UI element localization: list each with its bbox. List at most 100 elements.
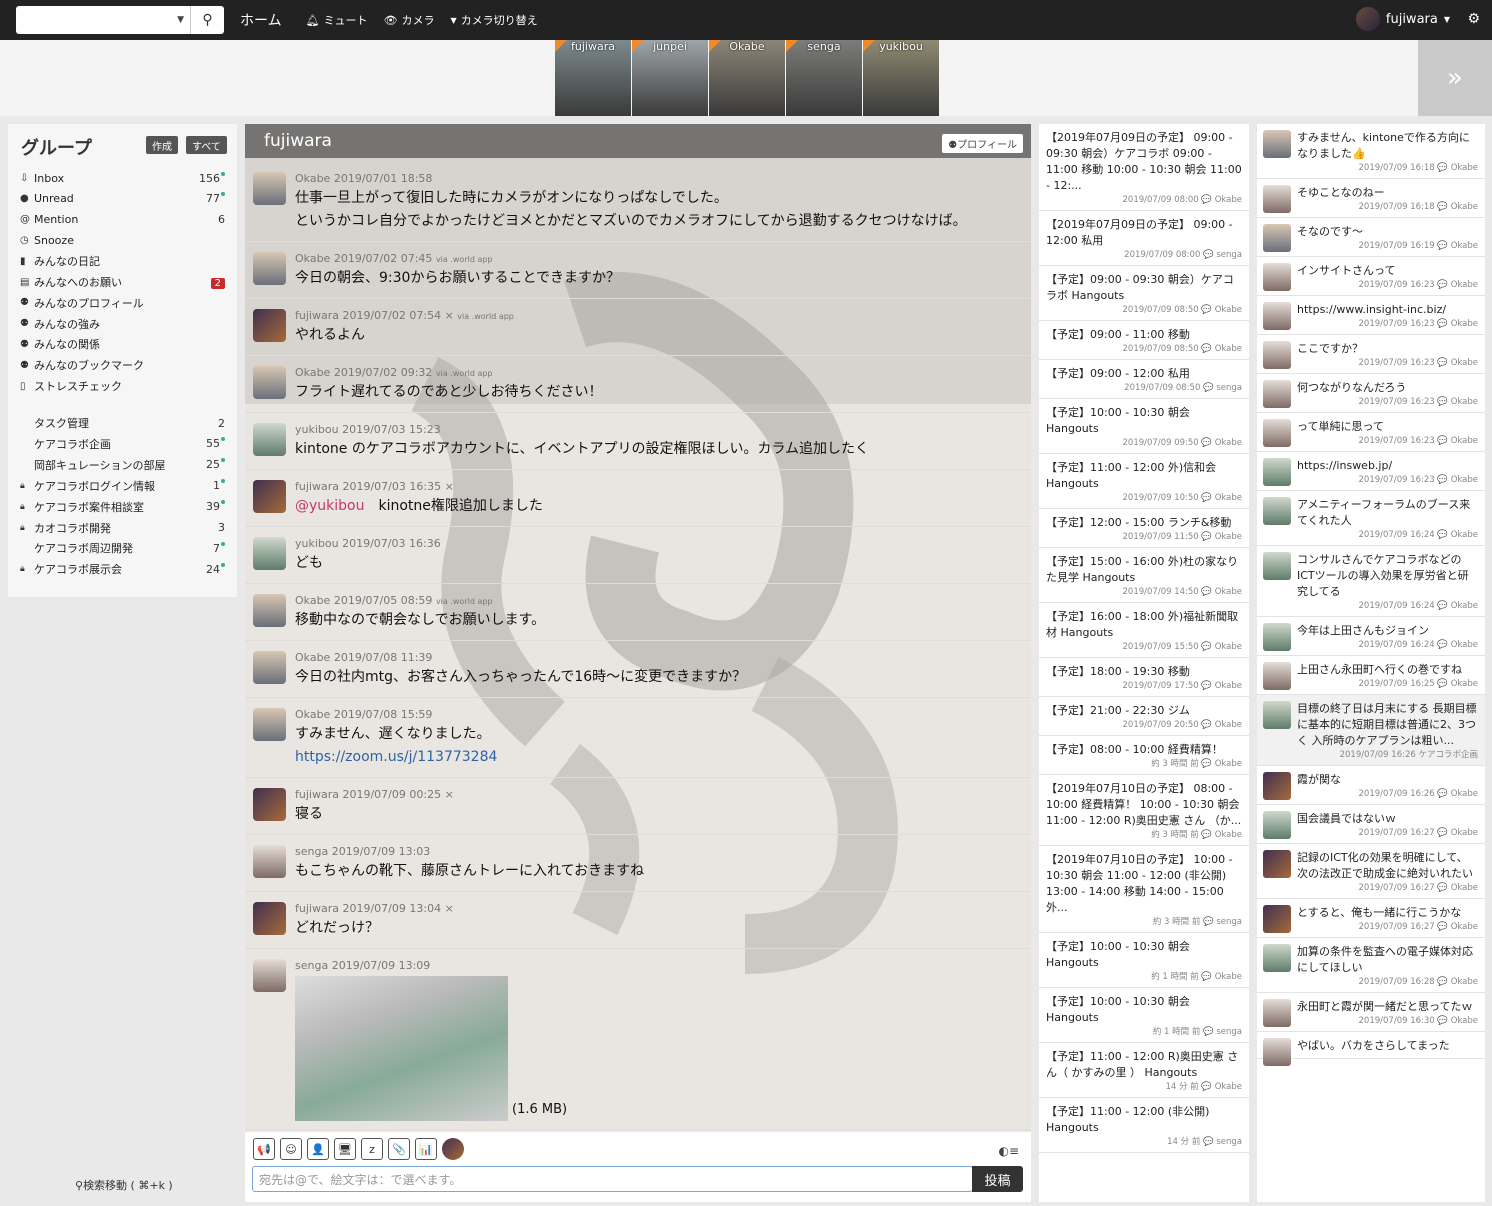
sidebar-group-item[interactable]: 🔒︎ ケアコラボ展示会 24 — [20, 559, 225, 579]
schedule-item[interactable]: 【予定】09:00 - 11:00 移動 2019/07/09 08:50 💬 O… — [1039, 321, 1249, 360]
message-author[interactable]: Okabe — [295, 252, 330, 265]
camera-button[interactable]: 👁︎ カメラ — [384, 12, 435, 28]
delete-icon[interactable]: × — [445, 902, 454, 915]
sidebar-group-item[interactable]: ケアコラボ企画 55 — [20, 434, 225, 454]
avatar[interactable] — [253, 480, 286, 513]
feed-item[interactable]: https://www.insight-inc.biz/2019/07/09 1… — [1257, 296, 1485, 335]
sidebar-item[interactable]: ▤ みんなへのお願い 2 — [20, 272, 225, 292]
message-author[interactable]: Okabe — [295, 172, 330, 185]
feed-item[interactable]: そなのです〜 2019/07/09 16:19 💬 Okabe — [1257, 218, 1485, 257]
schedule-item[interactable]: 【予定】09:00 - 09:30 朝会）ケアコラボ Hangouts 2019/… — [1039, 266, 1249, 321]
avatar[interactable] — [442, 1138, 464, 1160]
megaphone-icon[interactable]: 📢 — [253, 1138, 275, 1160]
schedule-item[interactable]: 【予定】11:00 - 12:00 (非公開) Hangouts 14 分 前 💬… — [1039, 1098, 1249, 1153]
schedule-item[interactable]: 【予定】11:00 - 12:00 R)奥田史憲 さん（ かすみの里 ） Han… — [1039, 1043, 1249, 1098]
sidebar-item[interactable]: ⚉ みんなの強み — [20, 314, 225, 334]
schedule-item[interactable]: 【予定】10:00 - 10:30 朝会 Hangouts 約 1 時間 前 💬 … — [1039, 988, 1249, 1043]
sidebar-group-item[interactable]: 岡部キュレーションの部屋 25 — [20, 455, 225, 475]
schedule-item[interactable]: 【予定】18:00 - 19:30 移動 2019/07/09 17:50 💬 O… — [1039, 658, 1249, 697]
message-link[interactable]: https://zoom.us/j/113773284 — [295, 749, 497, 765]
delete-icon[interactable]: × — [445, 480, 454, 493]
video-tile[interactable]: senga — [786, 40, 862, 116]
sidebar-group-item[interactable]: 🔒︎ ケアコラボログイン情報 1 — [20, 476, 225, 496]
message-author[interactable]: Okabe — [295, 366, 330, 379]
avatar[interactable] — [253, 423, 286, 456]
home-link[interactable]: ホーム — [240, 10, 282, 30]
create-group-button[interactable]: 作成 — [146, 136, 178, 154]
feed-item[interactable]: ここですか？ 2019/07/09 16:23 💬 Okabe — [1257, 335, 1485, 374]
sidebar-group-item[interactable]: 🔒︎ ケアコラボ案件相談室 39 — [20, 497, 225, 517]
chart-icon[interactable]: 📊 — [415, 1138, 437, 1160]
sidebar-group-item[interactable]: 🔒︎ カオコラボ開発 3 — [20, 518, 225, 538]
sidebar-item[interactable]: @ Mention 6 — [20, 210, 225, 230]
feed-item[interactable]: 今年は上田さんもジョイン 2019/07/09 16:24 💬 Okabe — [1257, 617, 1485, 656]
schedule-item[interactable]: 【2019年07月10日の予定】 10:00 - 10:30 朝会 11:00 … — [1039, 846, 1249, 933]
paperclip-icon[interactable]: 📎 — [388, 1138, 410, 1160]
schedule-item[interactable]: 【予定】16:00 - 18:00 外)福祉新聞取材 Hangouts 2019/… — [1039, 603, 1249, 658]
avatar[interactable] — [253, 788, 286, 821]
person-icon[interactable]: 👤 — [307, 1138, 329, 1160]
avatar[interactable] — [253, 172, 286, 205]
message-author[interactable]: fujiwara — [295, 902, 339, 915]
feed-item[interactable]: 上田さん永田町へ行くの巻ですね 2019/07/09 16:25 💬 Okabe — [1257, 656, 1485, 695]
feed-item[interactable]: って単純に思って 2019/07/09 16:23 💬 Okabe — [1257, 413, 1485, 452]
sidebar-item[interactable]: ⇩ Inbox 156 — [20, 168, 225, 188]
toggle-icon[interactable]: ◐≡ — [998, 1144, 1019, 1158]
avatar[interactable] — [253, 902, 286, 935]
post-input[interactable]: 宛先は@で、絵文字は：で選べます。 — [252, 1166, 973, 1192]
sidebar-item[interactable]: ▮ みんなの日記 — [20, 251, 225, 271]
feed-item[interactable]: 記録のICT化の効果を明確にして、次の法改正で助成金に絶対いれたい 2019/07… — [1257, 844, 1485, 899]
feed-item[interactable]: そゆことなのねー 2019/07/09 16:18 💬 Okabe — [1257, 179, 1485, 218]
delete-icon[interactable]: × — [445, 788, 454, 801]
camera-switch-dropdown[interactable]: ▼ カメラ切り替え — [451, 12, 538, 28]
sidebar-item[interactable]: ▯ ストレスチェック — [20, 376, 225, 396]
feed-item[interactable]: 霞が関な 2019/07/09 16:26 💬 Okabe — [1257, 766, 1485, 805]
sidebar-item[interactable]: ◷ Snooze — [20, 230, 225, 250]
feed-item[interactable]: 国会議員ではないｗ 2019/07/09 16:27 💬 Okabe — [1257, 805, 1485, 844]
schedule-item[interactable]: 【予定】08:00 - 10:00 経費精算！ 約 3 時間 前 💬 Okabe — [1039, 736, 1249, 775]
monitor-icon[interactable]: 🖥 — [334, 1138, 356, 1160]
video-tile[interactable]: Okabe — [709, 40, 785, 116]
expand-arrow-button[interactable]: » — [1418, 40, 1492, 116]
schedule-item[interactable]: 【予定】12:00 - 15:00 ランチ&移動 2019/07/09 11:50… — [1039, 509, 1249, 548]
schedule-item[interactable]: 【2019年07月09日の予定】 09:00 - 09:30 朝会）ケアコラボ … — [1039, 124, 1249, 211]
message-author[interactable]: senga — [295, 959, 328, 972]
message-author[interactable]: yukibou — [295, 423, 339, 436]
avatar[interactable] — [253, 252, 286, 285]
feed-item[interactable]: 目標の終了日は月末にする 長期目標に基本的に短期目標は普通に2、3つく 入所時の… — [1257, 695, 1485, 766]
profile-button[interactable]: ⚉プロフィール — [942, 134, 1023, 153]
schedule-item[interactable]: 【予定】10:00 - 10:30 朝会 Hangouts 約 1 時間 前 💬 … — [1039, 933, 1249, 988]
video-tile[interactable]: yukibou — [863, 40, 939, 116]
attached-photo[interactable] — [295, 976, 508, 1121]
feed-item[interactable]: 永田町と霞が関一緒だと思ってたｗ 2019/07/09 16:30 💬 Okabe — [1257, 993, 1485, 1032]
feed-item[interactable]: コンサルさんでケアコラボなどのICTツールの導入効果を厚労省と研究してる 2019… — [1257, 546, 1485, 617]
search-move-link[interactable]: ⚲検索移動 ( ⌘+k ) — [75, 1177, 173, 1193]
search-button[interactable]: ⚲ — [190, 6, 224, 34]
delete-icon[interactable]: × — [445, 309, 454, 322]
feed-item[interactable]: すみません、kintoneで作る方向になりました👍 2019/07/09 16:1… — [1257, 124, 1485, 179]
message-author[interactable]: senga — [295, 845, 328, 858]
avatar[interactable] — [253, 366, 286, 399]
schedule-item[interactable]: 【予定】15:00 - 16:00 外)杜の家なりた見学 Hangouts 201… — [1039, 548, 1249, 603]
sidebar-item[interactable]: ⚉ みんなのプロフィール — [20, 293, 225, 313]
video-tile[interactable]: fujiwara — [555, 40, 631, 116]
schedule-item[interactable]: 【予定】10:00 - 10:30 朝会 Hangouts 2019/07/09 … — [1039, 399, 1249, 454]
message-author[interactable]: yukibou — [295, 537, 339, 550]
avatar[interactable] — [253, 651, 286, 684]
avatar[interactable] — [253, 537, 286, 570]
schedule-item[interactable]: 【予定】21:00 - 22:30 ジム 2019/07/09 20:50 💬 O… — [1039, 697, 1249, 736]
message-author[interactable]: Okabe — [295, 594, 330, 607]
feed-item[interactable]: アメニティーフォーラムのブース来てくれた人 2019/07/09 16:24 💬 … — [1257, 491, 1485, 546]
feed-item[interactable]: https://insweb.jp/2019/07/09 16:23 💬 Oka… — [1257, 452, 1485, 491]
feed-item[interactable]: とすると、俺も一緒に行こうかな 2019/07/09 16:27 💬 Okabe — [1257, 899, 1485, 938]
sidebar-item[interactable]: ● Unread 77 — [20, 189, 225, 209]
post-button[interactable]: 投稿 — [972, 1166, 1023, 1192]
message-author[interactable]: fujiwara — [295, 788, 339, 801]
mute-button[interactable]: 🔔︎ ミュート — [306, 12, 368, 28]
message-author[interactable]: fujiwara — [295, 309, 339, 322]
schedule-item[interactable]: 【予定】11:00 - 12:00 外)信和会 Hangouts 2019/07/… — [1039, 454, 1249, 509]
sidebar-item[interactable]: ⚉ みんなの関係 — [20, 334, 225, 354]
avatar[interactable] — [253, 594, 286, 627]
sidebar-group-item[interactable]: タスク管理 2 — [20, 413, 225, 433]
avatar[interactable] — [253, 959, 286, 992]
